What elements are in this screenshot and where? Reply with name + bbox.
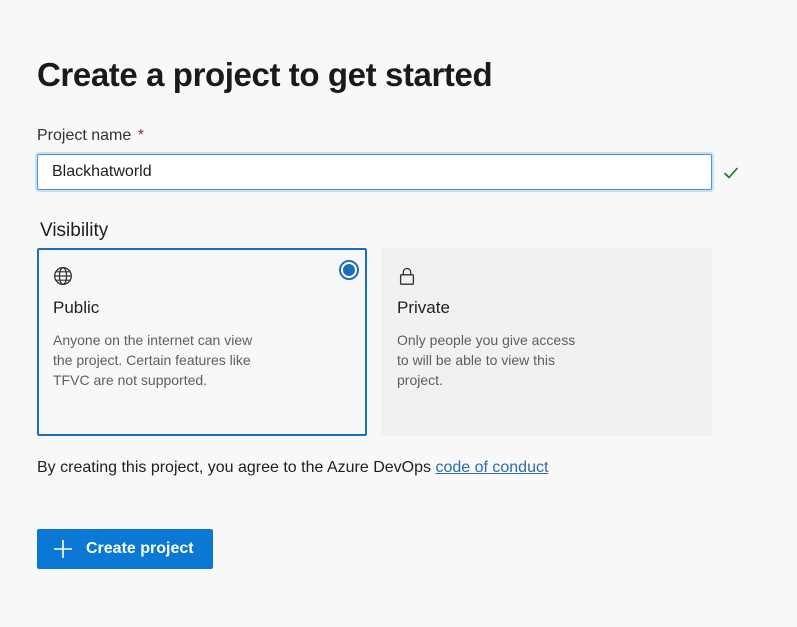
lock-icon (399, 267, 415, 285)
visibility-option-public[interactable]: Public Anyone on the internet can view t… (37, 248, 367, 436)
public-option-title: Public (53, 298, 100, 317)
project-name-input[interactable] (37, 154, 712, 190)
create-project-label: Create project (86, 540, 194, 557)
visibility-label: Visibility (40, 220, 109, 241)
code-of-conduct-link[interactable]: code of conduct (435, 459, 548, 476)
public-radio-selected[interactable] (339, 260, 359, 280)
agreement-text: By creating this project, you agree to t… (37, 459, 548, 477)
page-title: Create a project to get started (37, 56, 493, 93)
valid-check-icon (724, 167, 738, 179)
private-option-title: Private (397, 298, 450, 317)
create-project-button[interactable]: Create project (37, 529, 213, 569)
project-name-label-text: Project name (37, 127, 132, 144)
public-option-description: Anyone on the internet can view the proj… (53, 332, 253, 388)
visibility-option-private[interactable]: Private Only people you give access to w… (381, 248, 712, 436)
private-option-description: Only people you give access to will be a… (397, 332, 576, 388)
required-marker: * (137, 127, 144, 144)
agreement-statement: By creating this project, you agree to t… (37, 459, 431, 476)
project-name-label: Project name * (37, 127, 144, 145)
globe-icon (54, 267, 72, 285)
plus-icon (54, 540, 72, 558)
